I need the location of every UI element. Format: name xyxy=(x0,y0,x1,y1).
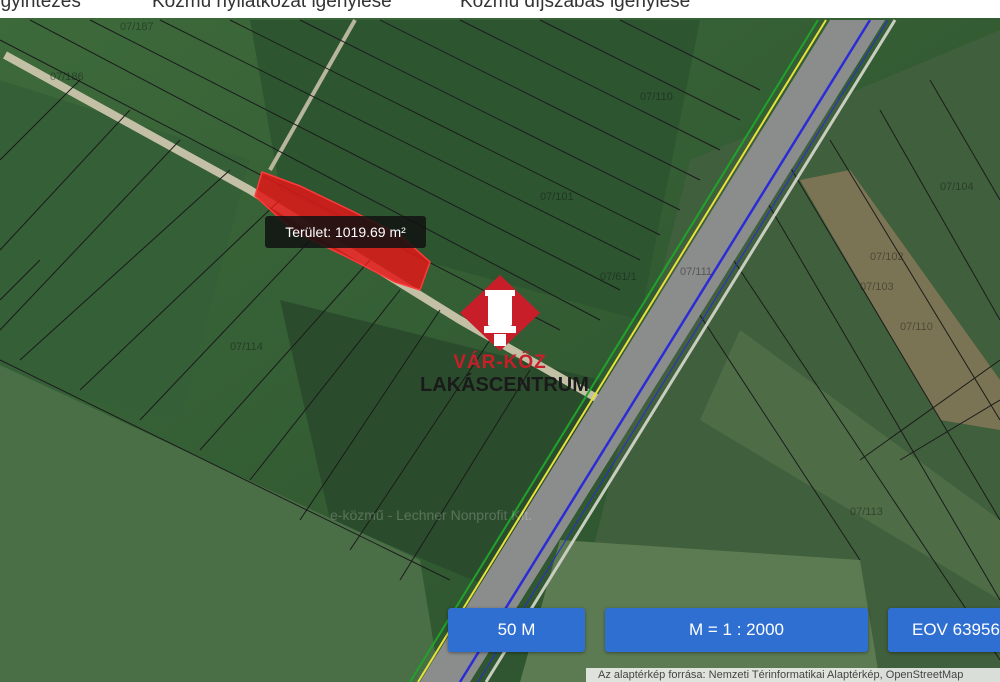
parcel-label: 07/113 xyxy=(850,506,883,518)
logo: VÁR-KÖZ LAKÁSCENTRUM xyxy=(420,272,589,404)
parcel-label: 07/61/1 xyxy=(600,271,637,283)
header-tabs: ügyintézés Közmű nyilatkozat igénylése K… xyxy=(0,0,1000,18)
logo-text-bottom: LAKÁSCENTRUM xyxy=(420,374,589,396)
scale-bar-button[interactable]: 50 M xyxy=(448,608,585,652)
parcel-label: 07/110 xyxy=(640,91,673,103)
logo-text-top: VÁR-KÖZ xyxy=(453,352,547,373)
tab-utility-statement[interactable]: Közmű nyilatkozat igénylése xyxy=(152,0,392,13)
parcel-label: 07/110 xyxy=(900,321,933,333)
area-tooltip: Terület: 1019.69 m² xyxy=(265,216,426,248)
parcel-label: 07/111 xyxy=(680,266,712,278)
coordinates-display[interactable]: EOV 639561 xyxy=(888,608,1000,652)
tab-administration[interactable]: ügyintézés xyxy=(0,0,81,13)
parcel-label: 07/187 xyxy=(120,21,154,33)
scale-ratio-button[interactable]: M = 1 : 2000 xyxy=(605,608,868,652)
map-attribution: Az alaptérkép forrása: Nemzeti Térinform… xyxy=(586,668,1000,682)
parcel-label: 07/101 xyxy=(540,191,574,203)
parcel-label: 07/102 xyxy=(870,251,904,263)
parcel-label: 07/103 xyxy=(860,281,894,293)
map-watermark: e-közmű - Lechner Nonprofit Kft. xyxy=(330,507,532,523)
parcel-label: 07/186 xyxy=(50,71,84,83)
parcel-label: 07/104 xyxy=(940,181,974,193)
tab-utility-tariff[interactable]: Közmű díjszabás igénylése xyxy=(460,0,690,13)
parcel-label: 07/114 xyxy=(230,341,263,353)
